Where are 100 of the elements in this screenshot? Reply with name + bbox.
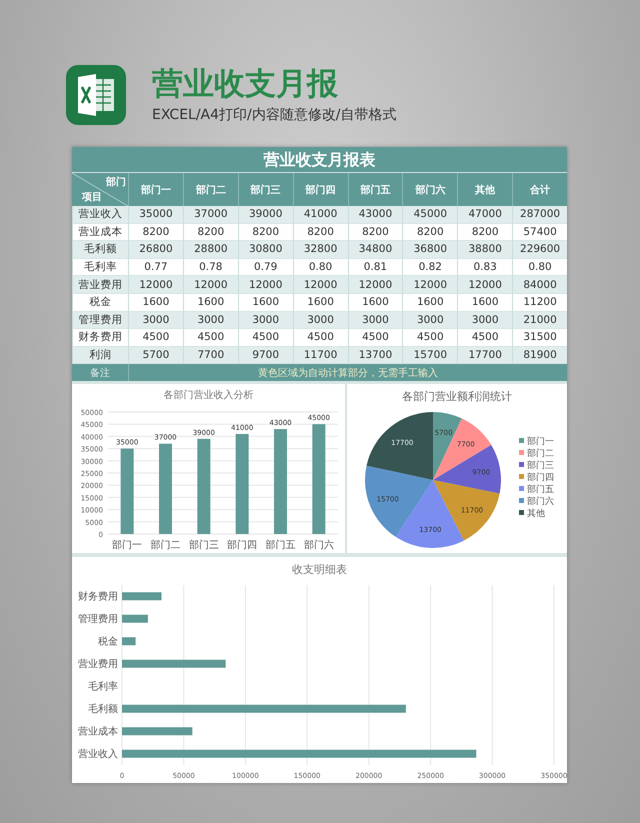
column-header: 合计	[512, 173, 567, 206]
table-cell: 1600	[238, 294, 293, 312]
table-cell: 0.80	[292, 258, 348, 276]
legend-label: 部门六	[527, 497, 554, 508]
legend-label: 部门五	[527, 485, 554, 496]
legend-label: 部门三	[527, 461, 554, 472]
column-header: 部门二	[182, 173, 238, 206]
table-cell: 0.78	[182, 258, 238, 276]
table-cell: 1600	[402, 294, 458, 312]
category-label: 部门五	[266, 540, 296, 552]
column-header: 部门六	[402, 173, 458, 206]
table-cell: 31500	[512, 329, 567, 347]
column-axis-label: 部门	[106, 175, 126, 189]
table-cell: 4500	[128, 329, 183, 347]
column-header: 部门五	[348, 173, 402, 206]
table-cell: 12000	[182, 276, 238, 294]
category-label: 税金	[98, 636, 118, 648]
table-cell: 4500	[292, 329, 348, 347]
row-header: 利润	[72, 346, 128, 364]
table-cell: 8200	[348, 224, 402, 242]
table-cell: 35000	[128, 206, 183, 224]
category-label: 部门二	[150, 540, 180, 552]
table-cell: 4500	[348, 329, 402, 347]
table-cell: 3000	[128, 312, 183, 330]
table-cell: 41000	[292, 206, 348, 224]
category-label: 部门一	[112, 540, 142, 552]
table-cell: 0.82	[402, 258, 458, 276]
table-cell: 0.79	[238, 258, 293, 276]
table-cell: 0.77	[128, 258, 183, 276]
table-cell: 11700	[292, 346, 348, 364]
table-cell: 84000	[512, 276, 567, 294]
row-header: 营业收入	[72, 206, 128, 224]
column-header: 部门三	[238, 173, 293, 206]
table-title: 营业收支月报表	[72, 147, 567, 173]
table-cell: 43000	[348, 206, 402, 224]
column-header: 部门一	[128, 173, 183, 206]
table-cell: 13700	[348, 346, 402, 364]
table-cell: 3000	[457, 312, 512, 330]
table-cell: 8200	[128, 224, 183, 242]
table-cell: 8200	[182, 224, 238, 242]
category-label: 部门六	[304, 540, 334, 552]
table-cell: 12000	[128, 276, 183, 294]
table-cell: 3000	[238, 312, 293, 330]
table-cell: 8200	[238, 224, 293, 242]
legend-label: 部门四	[527, 473, 554, 484]
table-cell: 12000	[238, 276, 293, 294]
table-cell: 12000	[402, 276, 458, 294]
table-cell: 37000	[182, 206, 238, 224]
table-cell: 1600	[292, 294, 348, 312]
table-cell: 287000	[512, 206, 567, 224]
table-cell: 3000	[182, 312, 238, 330]
row-header: 毛利率	[72, 258, 128, 276]
category-label: 毛利率	[88, 682, 118, 693]
table-cell: 32800	[292, 241, 348, 259]
table-cell: 28800	[182, 241, 238, 259]
category-label: 管理费用	[78, 614, 118, 626]
row-header: 毛利额	[72, 241, 128, 259]
page-subtitle: EXCEL/A4打印/内容随意修改/自带格式	[152, 106, 396, 124]
row-header: 营业费用	[72, 276, 128, 294]
row-header: 管理费用	[72, 312, 128, 330]
category-label: 毛利额	[88, 704, 118, 716]
table-cell: 0.81	[348, 258, 402, 276]
table-cell: 30800	[238, 241, 293, 259]
legend-label: 其他	[527, 509, 545, 520]
table-cell: 0.80	[512, 258, 567, 276]
table-cell: 81900	[512, 346, 567, 364]
table-cell: 57400	[512, 224, 567, 242]
table-cell: 8200	[402, 224, 458, 242]
table-cell: 5700	[128, 346, 183, 364]
table-cell: 1600	[457, 294, 512, 312]
table-cell: 11200	[512, 294, 567, 312]
table-cell: 21000	[512, 312, 567, 330]
row-header: 税金	[72, 294, 128, 312]
table-cell: 8200	[292, 224, 348, 242]
table-cell: 4500	[238, 329, 293, 347]
category-label: 营业成本	[78, 726, 118, 738]
category-label: 营业费用	[78, 659, 118, 670]
note-text: 黄色区域为自动计算部分，无需手工输入	[128, 364, 567, 382]
column-header: 其他	[457, 173, 512, 206]
table-cell: 9700	[238, 346, 293, 364]
row-header: 营业成本	[72, 224, 128, 242]
column-header: 部门四	[292, 173, 348, 206]
table-cell: 3000	[292, 312, 348, 330]
table-cell: 15700	[402, 346, 458, 364]
table-cell: 0.83	[457, 258, 512, 276]
table-cell: 3000	[348, 312, 402, 330]
table-cell: 12000	[292, 276, 348, 294]
table-cell: 229600	[512, 241, 567, 259]
legend-label: 部门二	[527, 449, 554, 460]
table-cell: 36800	[402, 241, 458, 259]
category-label: 财务费用	[78, 592, 118, 603]
table-cell: 4500	[402, 329, 458, 347]
chart-title: 各部门营业收入分析	[164, 390, 254, 402]
table-cell: 4500	[182, 329, 238, 347]
table-cell: 1600	[182, 294, 238, 312]
table-cell: 1600	[348, 294, 402, 312]
table-cell: 8200	[457, 224, 512, 242]
chart-title: 各部门营业额利润统计	[402, 390, 512, 404]
spreadsheet-app-icon	[66, 65, 126, 125]
table-cell: 4500	[457, 329, 512, 347]
